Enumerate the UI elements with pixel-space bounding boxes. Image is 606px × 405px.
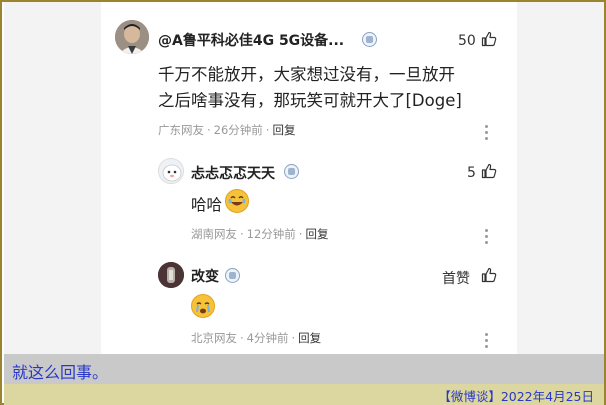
comment-text: 千万不能放开，大家想过没有，一旦放开 之后啥事没有，那玩笑可就开大了[Doge] — [158, 62, 462, 114]
like-count: 5 — [467, 165, 476, 181]
avatar[interactable] — [115, 20, 149, 54]
thumbs-up-icon[interactable] — [481, 267, 497, 283]
comment-list: @A鲁平科必佳4G 5G设备... 50 千万不能放开，大家想过没有，一旦放开 … — [101, 2, 517, 354]
caption-bar: 就这么回事。 — [4, 354, 604, 384]
comment-item: @A鲁平科必佳4G 5G设备... 50 千万不能放开，大家想过没有，一旦放开 … — [101, 2, 517, 147]
avatar-image — [158, 262, 184, 288]
comment-item: 忐忐忑忑天天 5 哈哈 湖南网友 · 12分钟前 · 回复 — [101, 147, 517, 252]
avatar-image — [159, 159, 183, 183]
reply-link[interactable]: 回复 — [298, 331, 321, 345]
thumbs-up-icon[interactable] — [481, 163, 497, 179]
footer-bar: 【微博谈】2022年4月25日 — [4, 384, 604, 405]
username[interactable]: @A鲁平科必佳4G 5G设备... — [158, 30, 344, 50]
avatar[interactable] — [158, 262, 184, 288]
more-vertical-icon[interactable] — [485, 333, 489, 349]
timestamp: 26分钟前 — [213, 123, 263, 137]
footer-date: 【微博谈】2022年4月25日 — [438, 389, 594, 404]
location: 北京网友 — [191, 331, 237, 345]
more-vertical-icon[interactable] — [485, 125, 489, 141]
location: 广东网友 — [158, 123, 204, 137]
username[interactable]: 改变 — [191, 266, 219, 286]
username[interactable]: 忐忐忑忑天天 — [191, 163, 275, 183]
avatar[interactable] — [158, 158, 184, 184]
comment-text-line: 千万不能放开，大家想过没有，一旦放开 — [158, 65, 455, 84]
laughing-emoji-icon — [225, 189, 249, 213]
screenshot-frame: @A鲁平科必佳4G 5G设备... 50 千万不能放开，大家想过没有，一旦放开 … — [0, 0, 606, 405]
like-count: 50 — [458, 33, 476, 49]
comment-text-line: 之后啥事没有，那玩笑可就开大了[Doge] — [158, 91, 462, 110]
crying-emoji-icon — [191, 294, 215, 318]
thumbs-up-icon[interactable] — [481, 31, 497, 47]
timestamp: 12分钟前 — [246, 227, 296, 241]
verified-badge-icon — [284, 164, 299, 179]
comment-meta: 湖南网友 · 12分钟前 · 回复 — [191, 227, 329, 241]
comment-meta: 北京网友 · 4分钟前 · 回复 — [191, 331, 322, 345]
reply-link[interactable]: 回复 — [305, 227, 328, 241]
reply-link[interactable]: 回复 — [272, 123, 295, 137]
caption-text: 就这么回事。 — [12, 363, 109, 382]
verified-badge-icon — [362, 32, 377, 47]
comment-item: 改变 首赞 北京网友 · 4分钟前 · 回复 — [101, 252, 517, 354]
comment-screenshot: @A鲁平科必佳4G 5G设备... 50 千万不能放开，大家想过没有，一旦放开 … — [4, 2, 604, 354]
timestamp: 4分钟前 — [246, 331, 289, 345]
verified-badge-icon — [225, 268, 240, 283]
first-like-label: 首赞 — [442, 271, 470, 287]
comment-text: 哈哈 — [191, 196, 223, 214]
more-vertical-icon[interactable] — [485, 229, 489, 245]
comment-meta: 广东网友 · 26分钟前 · 回复 — [158, 123, 296, 137]
location: 湖南网友 — [191, 227, 237, 241]
avatar-image — [115, 20, 149, 54]
